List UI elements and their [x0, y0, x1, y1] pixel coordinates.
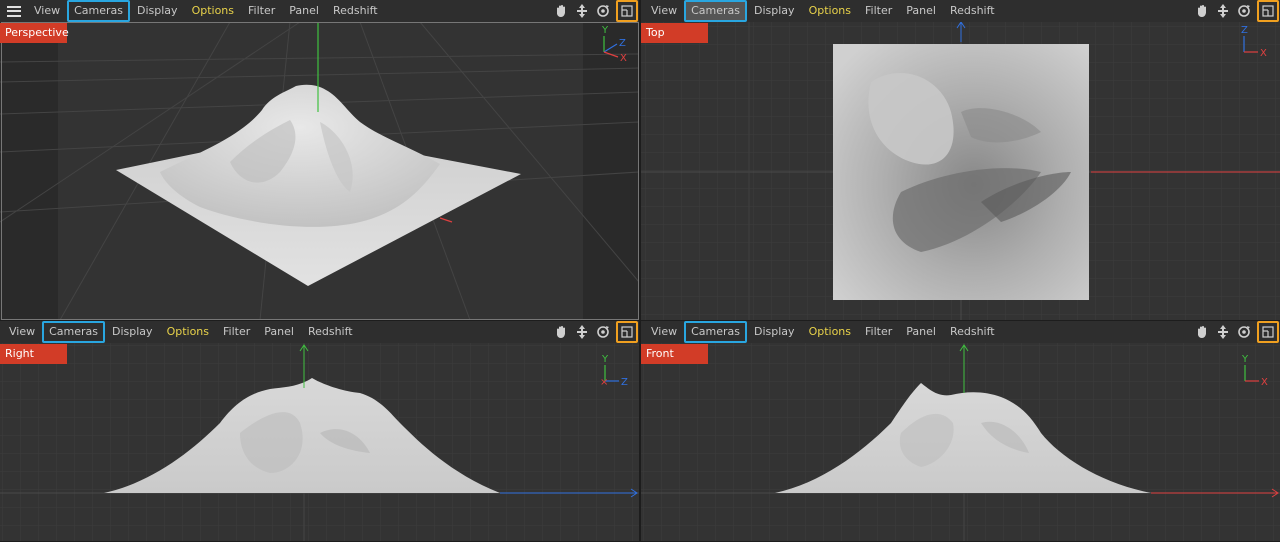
perspective-canvas[interactable]: Y Z X [0, 22, 639, 320]
viewport-label-right[interactable]: Right [0, 344, 67, 364]
viewport-label-perspective[interactable]: Perspective [0, 23, 69, 43]
menu-options[interactable]: Options [802, 1, 858, 21]
frame-icon[interactable] [1257, 321, 1279, 343]
front-axis-x: X [1261, 377, 1268, 388]
viewport-label-front[interactable]: Front [641, 344, 708, 364]
menu-display[interactable]: Display [747, 322, 802, 342]
menu-filter[interactable]: Filter [216, 322, 257, 342]
hamburger-menu-icon[interactable] [7, 5, 21, 17]
move-arrows-icon[interactable] [573, 2, 591, 20]
viewport-label-top[interactable]: Top [641, 23, 708, 43]
menu-options[interactable]: Options [160, 322, 216, 342]
right-axis-y: Y [601, 354, 609, 365]
menu-display[interactable]: Display [747, 1, 802, 21]
menu-panel[interactable]: Panel [899, 1, 943, 21]
menu-options[interactable]: Options [802, 322, 858, 342]
menu-display[interactable]: Display [130, 1, 185, 21]
frame-icon[interactable] [616, 321, 638, 343]
menu-view[interactable]: View [27, 1, 67, 21]
menu-cameras[interactable]: Cameras [684, 321, 748, 343]
move-arrows-icon[interactable] [573, 323, 591, 341]
menu-view[interactable]: View [2, 322, 42, 342]
orbit-icon[interactable] [1235, 2, 1253, 20]
menu-redshift[interactable]: Redshift [326, 1, 385, 21]
viewport-right[interactable]: Y Z × View Cameras Display Options Filte… [0, 321, 639, 541]
perspective-axis-y: Y [601, 25, 609, 36]
perspective-axis-x: X [620, 53, 627, 64]
menu-filter[interactable]: Filter [858, 322, 899, 342]
menu-display[interactable]: Display [105, 322, 160, 342]
right-canvas[interactable]: Y Z × [0, 343, 639, 541]
menu-panel[interactable]: Panel [899, 322, 943, 342]
viewport-front[interactable]: Y X View Cameras Display Options Filter … [641, 321, 1280, 541]
top-canvas[interactable]: Z X [641, 22, 1280, 320]
viewport-top[interactable]: Z X View Cameras Display Options Filter … [641, 0, 1280, 320]
orbit-icon[interactable] [1235, 323, 1253, 341]
menu-options[interactable]: Options [185, 1, 241, 21]
menu-cameras[interactable]: Cameras [684, 0, 748, 22]
viewport-menubar: View Cameras Display Options Filter Pane… [0, 0, 639, 22]
menu-view[interactable]: View [644, 322, 684, 342]
hand-pan-icon[interactable] [1193, 323, 1211, 341]
menu-view[interactable]: View [644, 1, 684, 21]
menu-cameras[interactable]: Cameras [67, 0, 131, 22]
viewport-perspective[interactable]: Y Z X View Cameras Display Options Filte… [0, 0, 639, 320]
menu-filter[interactable]: Filter [241, 1, 282, 21]
hand-pan-icon[interactable] [552, 2, 570, 20]
hand-pan-icon[interactable] [552, 323, 570, 341]
move-arrows-icon[interactable] [1214, 2, 1232, 20]
orbit-icon[interactable] [594, 323, 612, 341]
front-axis-y: Y [1241, 354, 1249, 365]
menu-filter[interactable]: Filter [858, 1, 899, 21]
menu-panel[interactable]: Panel [257, 322, 301, 342]
menu-redshift[interactable]: Redshift [943, 322, 1002, 342]
menu-redshift[interactable]: Redshift [943, 1, 1002, 21]
perspective-axis-z: Z [619, 38, 626, 49]
menu-cameras[interactable]: Cameras [42, 321, 106, 343]
orbit-icon[interactable] [594, 2, 612, 20]
move-arrows-icon[interactable] [1214, 323, 1232, 341]
frame-icon[interactable] [1257, 0, 1279, 22]
top-axis-z: Z [1241, 25, 1248, 36]
right-axis-x-dot: × [600, 377, 608, 388]
right-axis-z: Z [621, 377, 628, 388]
viewport-menubar: View Cameras Display Options Filter Pane… [641, 321, 1280, 343]
frame-icon[interactable] [616, 0, 638, 22]
menu-redshift[interactable]: Redshift [301, 322, 360, 342]
hand-pan-icon[interactable] [1193, 2, 1211, 20]
top-axis-x: X [1260, 48, 1267, 59]
viewport-menubar: View Cameras Display Options Filter Pane… [641, 0, 1280, 22]
front-canvas[interactable]: Y X [641, 343, 1280, 541]
viewport-menubar: View Cameras Display Options Filter Pane… [0, 321, 639, 343]
menu-panel[interactable]: Panel [282, 1, 326, 21]
